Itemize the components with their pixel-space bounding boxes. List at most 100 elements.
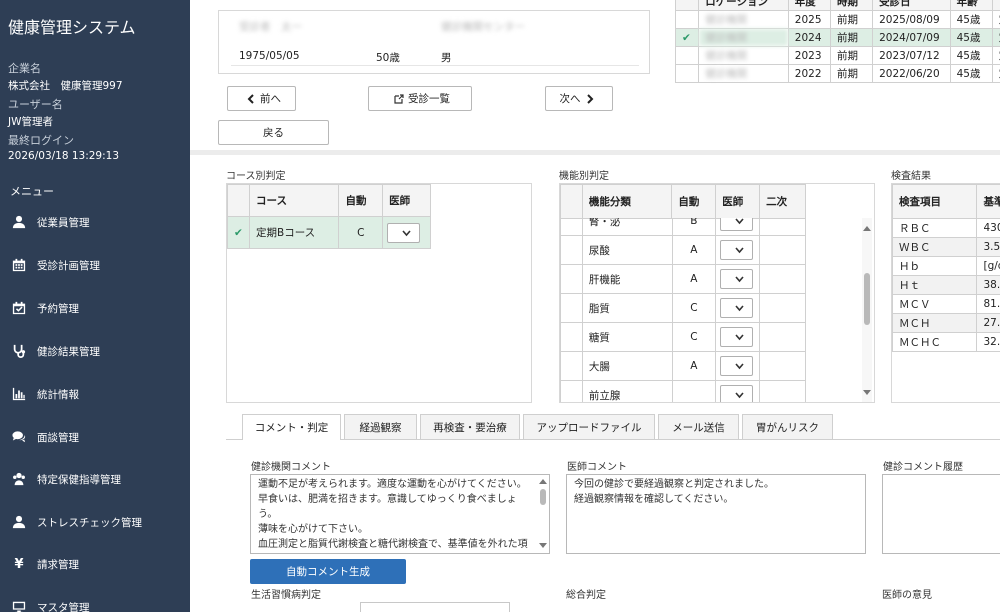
course-header: 自動	[338, 184, 384, 217]
history-header: 時期	[829, 0, 874, 11]
doctor-select[interactable]	[720, 240, 754, 260]
sidebar-item-results[interactable]: 健診結果管理	[0, 336, 190, 366]
history-period: 前期	[829, 10, 874, 29]
doctor-select[interactable]	[720, 298, 754, 318]
table-row-selected[interactable]: ✔ 定期Bコース C	[227, 216, 431, 249]
history-course: 定期	[991, 64, 1000, 83]
sidebar-item-billing[interactable]: ¥ 請求管理	[0, 549, 190, 579]
function-auto: C	[671, 293, 717, 323]
yen-icon: ¥	[14, 556, 24, 572]
table-row[interactable]: ＭＣＨ27.0	[892, 313, 1000, 333]
table-row[interactable]: 腎・泌 B	[560, 218, 806, 236]
doctor-opinion-label: 医師の意見	[882, 590, 932, 601]
sidebar-item-label: 請求管理	[37, 558, 79, 571]
history-header: 年度	[787, 0, 831, 11]
doctor-select[interactable]	[720, 218, 754, 231]
scroll-thumb[interactable]	[864, 273, 870, 325]
clinic-comment-textarea[interactable]: 運動不足が考えられます。適度な運動を心がけてください。 早食いは、肥満を招きます…	[250, 474, 550, 554]
doctor-select[interactable]	[720, 327, 754, 347]
secondary-cell[interactable]	[759, 322, 806, 352]
scroll-down-icon[interactable]	[863, 390, 871, 395]
prev-button[interactable]: 前へ	[227, 86, 296, 111]
doctor-select[interactable]	[387, 222, 421, 243]
scroll-up-icon[interactable]	[863, 226, 871, 231]
table-row[interactable]: Ｈｂ[g/d	[892, 256, 1000, 276]
secondary-cell[interactable]	[759, 264, 806, 294]
function-category: 大腸	[581, 351, 673, 381]
test-results-title: 検査結果	[891, 171, 931, 182]
history-age: 45歳	[949, 10, 993, 29]
secondary-cell[interactable]	[759, 235, 806, 265]
sidebar-item-reservation[interactable]: 予約管理	[0, 293, 190, 323]
sidebar-item-statistics[interactable]: 統計情報	[0, 379, 190, 409]
tab-reexam[interactable]: 再検査・要治療	[420, 414, 520, 439]
scroll-thumb[interactable]	[540, 489, 546, 505]
table-row[interactable]: 大腸 A	[560, 351, 806, 381]
history-header: コ	[991, 0, 1000, 11]
tab-comment[interactable]: コメント・判定	[242, 414, 341, 440]
doctor-select[interactable]	[720, 269, 754, 289]
secondary-cell[interactable]	[759, 218, 806, 236]
table-row[interactable]: Ｈｔ38.5	[892, 275, 1000, 295]
sidebar-item-stress-check[interactable]: ストレスチェック管理	[0, 507, 190, 537]
sidebar-item-interview[interactable]: 面談管理	[0, 422, 190, 452]
table-row[interactable]: 前立腺	[560, 380, 806, 402]
comments-icon	[11, 429, 27, 445]
function-auto: A	[671, 351, 717, 381]
history-loc: 健診機関	[698, 10, 789, 29]
table-row[interactable]: 尿酸 A	[560, 235, 806, 265]
history-period: 前期	[829, 46, 874, 65]
next-button[interactable]: 次へ	[545, 86, 613, 111]
table-row[interactable]: 脂質 C	[560, 293, 806, 323]
app-title: 健康管理システム	[8, 18, 136, 37]
tab-gastric-risk[interactable]: 胃がんリスク	[742, 414, 833, 439]
test-reference: 32.0	[976, 332, 1000, 352]
tab-follow-up[interactable]: 経過観察	[344, 414, 417, 439]
table-row[interactable]: 健診機関 2022 前期 2022/06/20 45歳 定期	[675, 64, 1000, 83]
function-table: 機能分類 自動 医師 二次	[560, 184, 806, 219]
secondary-cell[interactable]	[759, 351, 806, 381]
function-header: 二次	[759, 184, 806, 219]
tab-upload[interactable]: アップロードファイル	[523, 414, 655, 439]
test-reference: 430-	[976, 218, 1000, 238]
sidebar-item-employee[interactable]: 従業員管理	[0, 207, 190, 237]
scroll-down-icon[interactable]	[539, 543, 547, 548]
history-header: 年齢	[949, 0, 993, 11]
doctor-select[interactable]	[720, 356, 754, 376]
scroll-up-icon[interactable]	[539, 479, 547, 484]
back-button[interactable]: 戻る	[218, 120, 329, 145]
function-category: 脂質	[581, 293, 673, 323]
sidebar-item-health-guidance[interactable]: 特定保健指導管理	[0, 464, 190, 494]
secondary-cell[interactable]	[759, 293, 806, 323]
table-row[interactable]: 肝機能 A	[560, 264, 806, 294]
check-icon: ✔	[227, 216, 250, 249]
tab-mail[interactable]: メール送信	[658, 414, 739, 439]
table-row[interactable]: ＭＣＶ81.0	[892, 294, 1000, 314]
exam-list-button[interactable]: 受診一覧	[368, 86, 472, 111]
doctor-comment-textarea[interactable]: 今回の健診で要経過観察と判定されました。 経過観察情報を確認してください。	[566, 474, 866, 554]
test-reference: 3.5~	[976, 237, 1000, 257]
history-course: 定期	[991, 28, 1000, 47]
auto-comment-button[interactable]: 自動コメント生成	[250, 559, 406, 584]
scrollbar[interactable]	[862, 218, 872, 402]
user-icon	[11, 514, 27, 530]
secondary-cell[interactable]	[759, 380, 806, 402]
sidebar-item-label: 受診計画管理	[37, 259, 100, 272]
function-header: 医師	[715, 184, 761, 219]
doctor-select[interactable]	[720, 385, 754, 402]
history-course: 定期	[991, 46, 1000, 65]
scrollbar[interactable]	[538, 475, 548, 553]
table-row[interactable]: 健診機関 2023 前期 2023/07/12 45歳 定期	[675, 46, 1000, 65]
table-row-selected[interactable]: ✔ 健診機関 2024 前期 2024/07/09 45歳 定期	[675, 28, 1000, 47]
sidebar-item-exam-plan[interactable]: 受診計画管理	[0, 250, 190, 280]
sidebar-item-master[interactable]: マスタ管理	[0, 592, 190, 612]
table-row[interactable]: 健診機関 2025 前期 2025/08/09 45歳 定期	[675, 10, 1000, 29]
table-row[interactable]: ＲＢＣ430-	[892, 218, 1000, 238]
test-reference: 81.0	[976, 294, 1000, 314]
sidebar: 健康管理システム 企業名 株式会社 健康管理997 ユーザー名 JW管理者 最終…	[0, 0, 190, 612]
table-row[interactable]: ＭＣＨＣ32.0	[892, 332, 1000, 352]
test-item: ＷＢＣ	[892, 237, 978, 257]
table-row[interactable]: ＷＢＣ3.5~	[892, 237, 1000, 257]
table-row[interactable]: 糖質 C	[560, 322, 806, 352]
lifestyle-select[interactable]	[360, 602, 510, 612]
